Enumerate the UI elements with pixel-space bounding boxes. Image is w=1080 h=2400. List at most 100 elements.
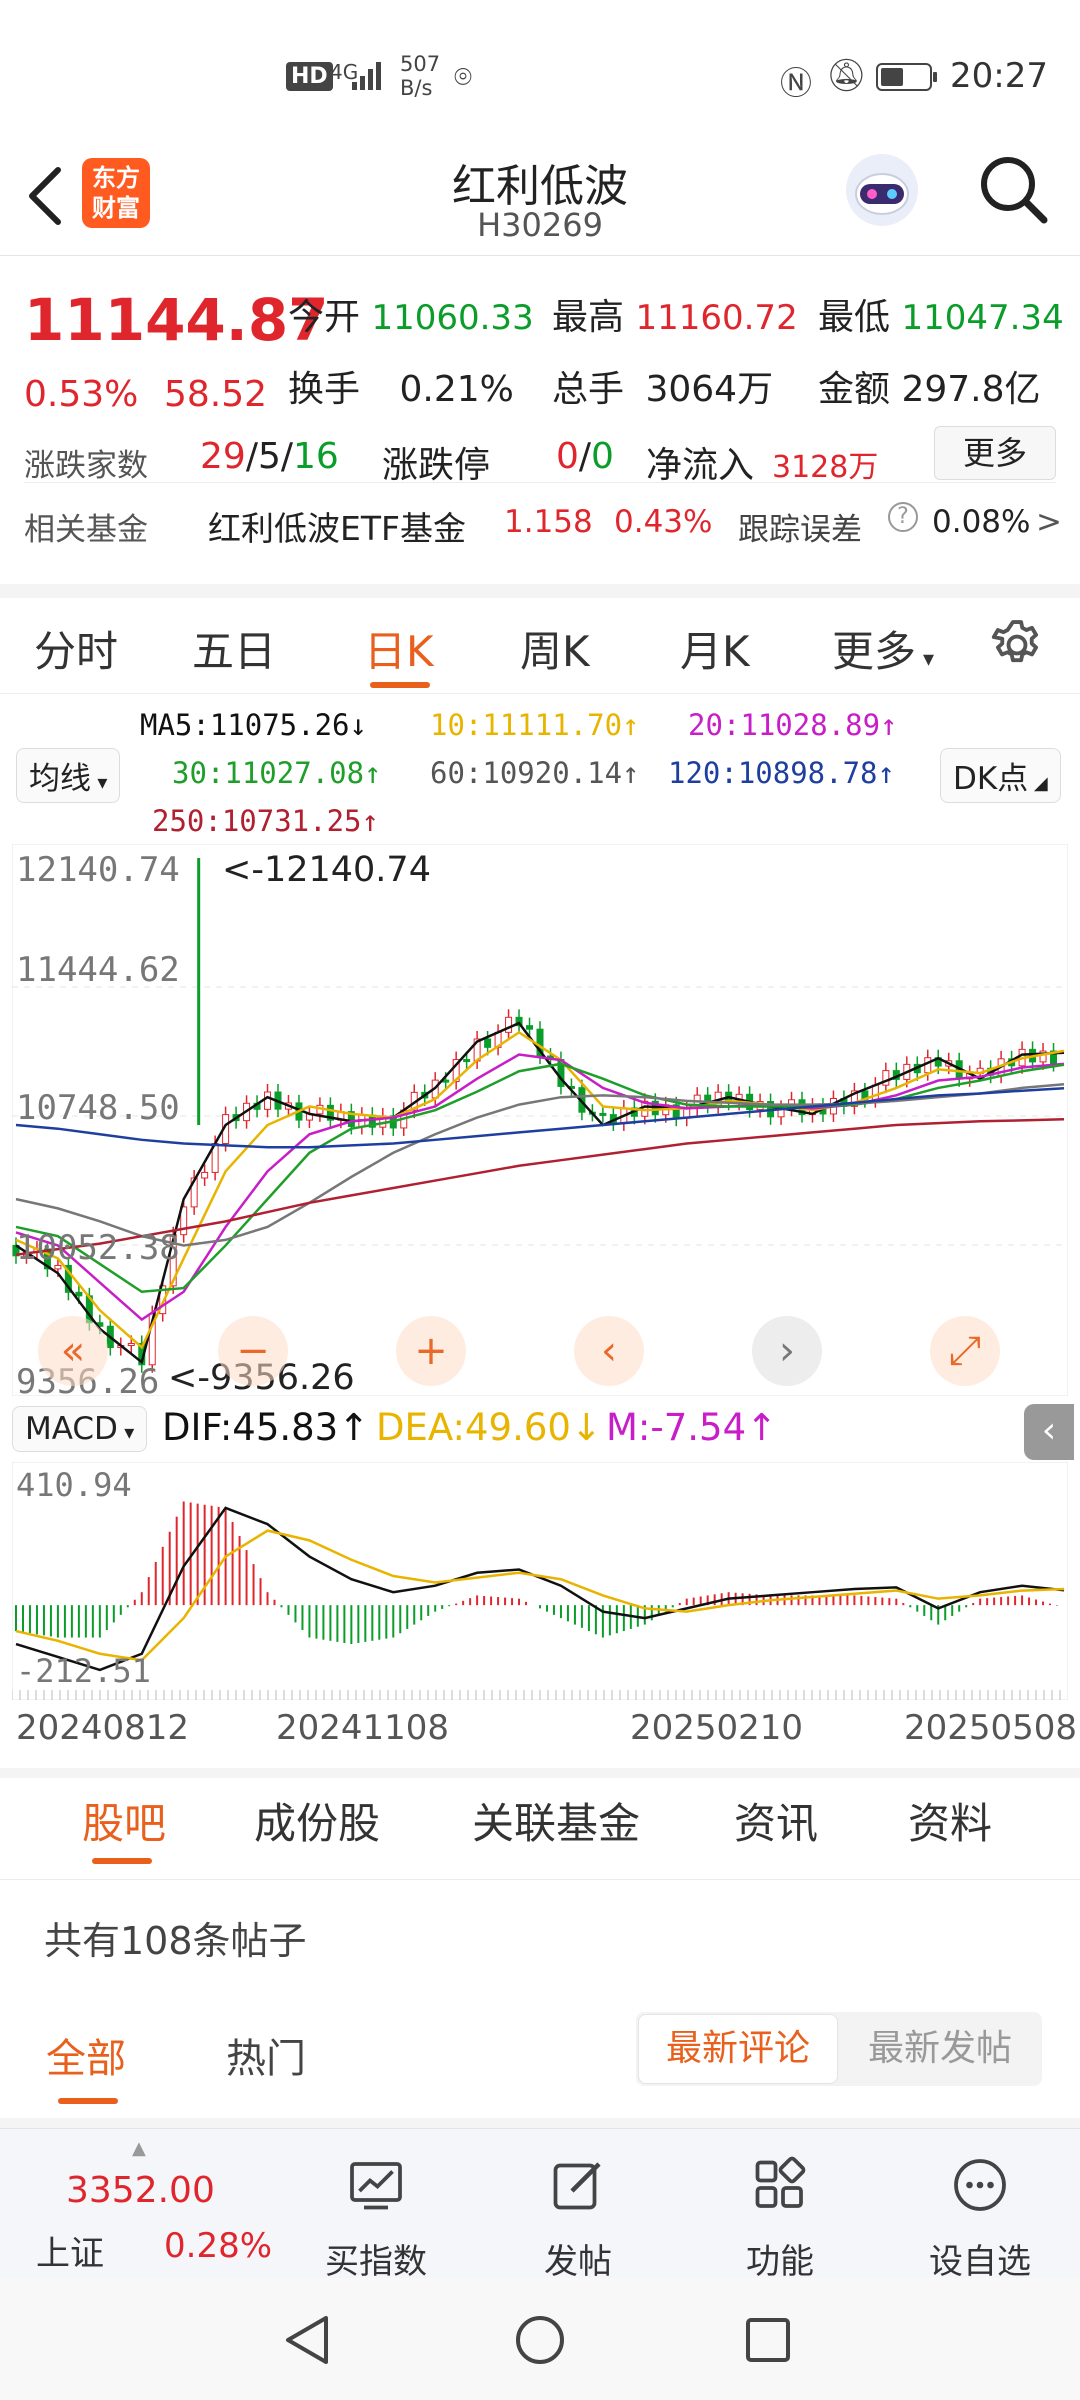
nav-recents-icon[interactable]	[744, 2316, 792, 2364]
add-watchlist-button[interactable]: 设自选	[910, 2155, 1050, 2283]
dk-point-button[interactable]: DK点 ◢	[940, 748, 1061, 803]
tab-related-funds[interactable]: 关联基金	[472, 1790, 640, 1851]
active-tab-indicator	[370, 682, 430, 688]
volume-row: 总手 3064万	[552, 360, 773, 412]
tab-daily-k[interactable]: 日K	[364, 618, 434, 679]
system-nav-bar	[0, 2278, 1080, 2400]
ma120-legend: 120:10898.78↑	[668, 756, 895, 790]
high-marker: <-12140.74	[222, 850, 431, 890]
ma-selector[interactable]: 均线 ▾	[16, 748, 121, 803]
filter-hot[interactable]: 热门	[226, 2026, 306, 2084]
macd-y-top: 410.94	[16, 1466, 132, 1504]
ma30-legend: 30:11027.08↑	[172, 756, 382, 790]
candle-body	[484, 1038, 492, 1048]
fullscreen-icon[interactable]: ⤢	[930, 1316, 1000, 1386]
tab-profile[interactable]: 资料	[908, 1790, 992, 1851]
limit-up: 0	[556, 436, 579, 477]
candle-body	[924, 1057, 932, 1074]
active-tab-indicator	[92, 1858, 152, 1864]
candle-body	[75, 1291, 83, 1297]
post-button[interactable]: 发帖	[508, 2155, 648, 2283]
x-tick-4: 20250508	[904, 1708, 1078, 1748]
buy-index-button[interactable]: 买指数	[306, 2155, 446, 2283]
filter-all[interactable]: 全部	[46, 2026, 126, 2084]
low-row: 最低 11047.34	[818, 288, 1064, 340]
fund-price: 1.158	[504, 504, 593, 540]
limit-label: 涨跌停	[382, 445, 491, 486]
x-tick-3: 20250210	[630, 1708, 804, 1748]
limit-down: 0	[591, 436, 614, 477]
zoom-out-button[interactable]: −	[218, 1316, 288, 1386]
scroll-right-button[interactable]: ›	[752, 1316, 822, 1386]
up-count: 29	[200, 436, 246, 477]
tab-intraday[interactable]: 分时	[34, 618, 118, 679]
ma20-legend: 20:11028.89↑	[688, 708, 898, 742]
help-icon[interactable]: ?	[888, 502, 918, 532]
flat-count: 5	[257, 436, 281, 477]
chevron-right-icon: >	[1036, 504, 1062, 540]
nav-back-icon[interactable]	[282, 2314, 332, 2366]
section-gap	[0, 2118, 1080, 2128]
nav-home-icon[interactable]	[514, 2314, 566, 2366]
related-fund-row[interactable]: 相关基金 红利低波ETF基金 1.158 0.43% 跟踪误差 ? 0.08% …	[0, 482, 1080, 570]
y-tick-2: 11444.62	[16, 950, 180, 990]
tab-guba[interactable]: 股吧	[82, 1790, 166, 1851]
settings-gear-icon[interactable]	[988, 616, 1046, 674]
scroll-left-fast-button[interactable]: «	[38, 1316, 108, 1386]
fund-name: 红利低波ETF基金	[208, 509, 466, 548]
robot-assistant-icon[interactable]	[842, 150, 922, 230]
mute-icon: 🔕︎	[826, 56, 867, 94]
macd-chart[interactable]	[12, 1462, 1068, 1700]
macd-selector[interactable]: MACD ▾	[12, 1406, 148, 1452]
more-button[interactable]: 更多	[934, 426, 1056, 480]
nfc-icon: Ⓝ	[780, 64, 813, 102]
chat-icon: ⌾	[454, 60, 472, 95]
amount-value: 297.8亿	[901, 369, 1041, 410]
tracking-label: 跟踪误差	[738, 512, 862, 548]
netflow-label: 净流入	[646, 445, 755, 486]
tab-monthly-k[interactable]: 月K	[680, 618, 750, 679]
status-bar: HD 4G 507 B/s ⌾ Ⓝ 🔕︎ 20:27	[0, 0, 1080, 150]
tab-constituents[interactable]: 成份股	[254, 1790, 380, 1851]
search-icon[interactable]	[976, 152, 1052, 228]
zoom-in-button[interactable]: +	[396, 1316, 466, 1386]
scroll-left-button[interactable]: ‹	[574, 1316, 644, 1386]
tab-five-day[interactable]: 五日	[192, 618, 276, 679]
candle-body	[871, 1084, 879, 1101]
low-value: 11047.34	[901, 298, 1064, 338]
ma10-legend: 10:11111.70↑	[430, 708, 640, 742]
post-count: 共有108条帖子	[44, 1919, 307, 1963]
sh-index-name: 上证	[36, 2234, 104, 2274]
high-row: 最高 11160.72	[552, 288, 798, 340]
sort-latest-post[interactable]: 最新发帖	[842, 2014, 1038, 2084]
netflow-value: 3128万	[772, 450, 879, 485]
open-label: 今开	[288, 297, 361, 338]
updown-counts: 29/5/16	[200, 436, 339, 477]
header-bar: 东方 财富 红利低波 H30269	[0, 150, 1080, 256]
section-gap	[0, 1768, 1080, 1778]
chart-trend-icon	[350, 2162, 402, 2210]
tab-news[interactable]: 资讯	[734, 1790, 818, 1851]
tab-more[interactable]: 更多 ▾	[832, 618, 934, 679]
tracking-value: 0.08%	[932, 504, 1031, 540]
sort-latest-comment[interactable]: 最新评论	[638, 2014, 838, 2084]
collapse-panel-button[interactable]: ‹	[1024, 1404, 1074, 1460]
volume-value: 3064万	[645, 369, 774, 410]
candle-body	[201, 1171, 209, 1179]
more-dots-icon	[954, 2159, 1006, 2211]
updown-label: 涨跌家数	[24, 448, 148, 484]
change-value: 58.52	[164, 374, 268, 415]
fund-pct: 0.43%	[614, 504, 713, 540]
turnover-label: 换手	[288, 369, 361, 410]
candle-body	[127, 1342, 135, 1347]
ma5-legend: MA5:11075.26↓	[140, 708, 367, 742]
sh-index-value[interactable]: 3352.00	[66, 2170, 215, 2211]
sh-index-pct: 0.28%	[164, 2226, 273, 2266]
candle-body	[505, 1016, 513, 1033]
candle-body	[599, 1112, 607, 1116]
high-value: 11160.72	[635, 298, 798, 338]
change-percent: 0.53%	[24, 374, 139, 415]
functions-button[interactable]: 功能	[710, 2155, 850, 2283]
tab-weekly-k[interactable]: 周K	[520, 618, 590, 679]
hd-icon: HD	[286, 62, 333, 91]
